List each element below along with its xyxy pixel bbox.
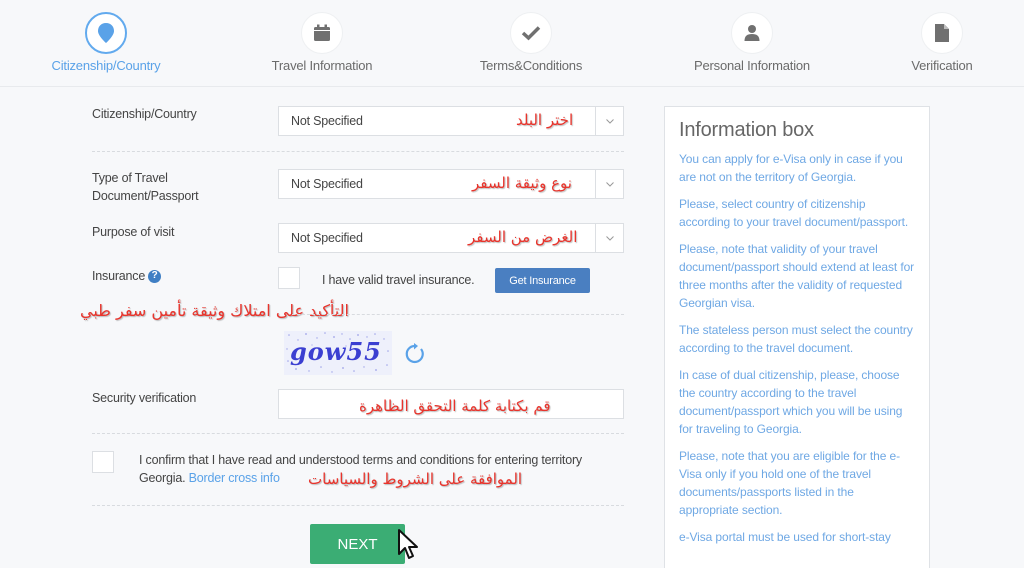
chevron-down-icon[interactable] <box>595 224 623 252</box>
next-button[interactable]: NEXT <box>310 524 405 564</box>
checkmark-icon <box>521 26 541 41</box>
insurance-checkbox-label: I have valid travel insurance. <box>322 273 475 287</box>
captcha-text: gow55 <box>290 337 382 366</box>
step-terms-conditions[interactable]: Terms&Conditions <box>431 12 631 73</box>
citizenship-annotation: اختر البلد <box>516 111 574 129</box>
document-type-label-line2: Document/Passport <box>92 189 199 203</box>
info-paragraph: Please, select country of citizenship ac… <box>679 197 909 229</box>
progress-stepper: Citizenship/Country Travel Information T… <box>0 0 1024 87</box>
document-type-select[interactable]: Not Specified <box>278 169 624 199</box>
insurance-checkbox[interactable] <box>278 267 300 289</box>
step-label: Personal Information <box>694 58 810 73</box>
info-paragraph: The stateless person must select the cou… <box>679 323 913 355</box>
terms-confirm-checkbox[interactable] <box>92 451 114 473</box>
step-travel-information[interactable]: Travel Information <box>222 12 422 73</box>
info-paragraph: Please, note that validity of your trave… <box>679 242 915 310</box>
info-paragraph: Please, note that you are eligible for t… <box>679 449 900 517</box>
step-label: Terms&Conditions <box>479 58 583 73</box>
citizenship-label: Citizenship/Country <box>92 107 197 121</box>
step-circle <box>921 12 963 54</box>
document-type-label: Type of Travel Document/Passport <box>92 169 199 205</box>
terms-annotation: الموافقة على الشروط والسياسات <box>308 470 523 488</box>
insurance-label: Insurance <box>92 269 146 283</box>
insurance-annotation: التأكيد على امتلاك وثيقة تأمين سفر طبي <box>80 301 349 320</box>
mouse-cursor-icon <box>398 529 418 559</box>
captcha-image: gow55 <box>284 331 392 375</box>
info-paragraph: e-Visa portal must be used for short-sta… <box>679 530 891 544</box>
information-box-title: Information box <box>679 119 814 141</box>
step-citizenship[interactable]: Citizenship/Country <box>6 12 206 73</box>
info-paragraph: In case of dual citizenship, please, cho… <box>679 368 903 436</box>
calendar-icon <box>314 24 330 41</box>
info-paragraph: You can apply for e-Visa only in case if… <box>679 152 903 184</box>
purpose-label: Purpose of visit <box>92 225 175 239</box>
step-circle <box>85 12 127 54</box>
divider <box>92 505 624 506</box>
security-verification-label: Security verification <box>92 391 197 405</box>
step-label: Travel Information <box>271 58 373 73</box>
citizenship-value: Not Specified <box>291 114 363 128</box>
step-verification[interactable]: Verification <box>842 12 1024 73</box>
divider <box>92 151 624 152</box>
insurance-label-group: Insurance ? <box>92 267 162 285</box>
information-box: Information box You can apply for e-Visa… <box>664 106 930 568</box>
refresh-icon[interactable] <box>404 343 426 365</box>
divider <box>92 433 624 434</box>
chevron-down-icon[interactable] <box>595 107 623 135</box>
step-label: Verification <box>911 58 973 73</box>
document-icon <box>935 24 949 42</box>
map-pin-icon <box>98 23 114 43</box>
chevron-down-icon[interactable] <box>595 170 623 198</box>
user-icon <box>744 25 760 41</box>
step-circle <box>731 12 773 54</box>
step-label: Citizenship/Country <box>51 58 161 73</box>
help-icon[interactable]: ? <box>148 269 162 283</box>
divider <box>292 314 624 315</box>
document-type-annotation: نوع وثيقة السفر <box>472 174 572 192</box>
step-personal-information[interactable]: Personal Information <box>652 12 852 73</box>
document-type-label-line1: Type of Travel <box>92 171 168 185</box>
security-annotation: قم بكتابة كلمة التحقق الظاهرة <box>359 397 551 415</box>
document-type-value: Not Specified <box>291 177 363 191</box>
step-circle <box>301 12 343 54</box>
border-cross-info-link[interactable]: Border cross info <box>189 471 280 485</box>
get-insurance-button[interactable]: Get Insurance <box>495 268 590 293</box>
purpose-value: Not Specified <box>291 231 363 245</box>
step-circle <box>510 12 552 54</box>
purpose-annotation: الغرض من السفر <box>468 228 578 246</box>
